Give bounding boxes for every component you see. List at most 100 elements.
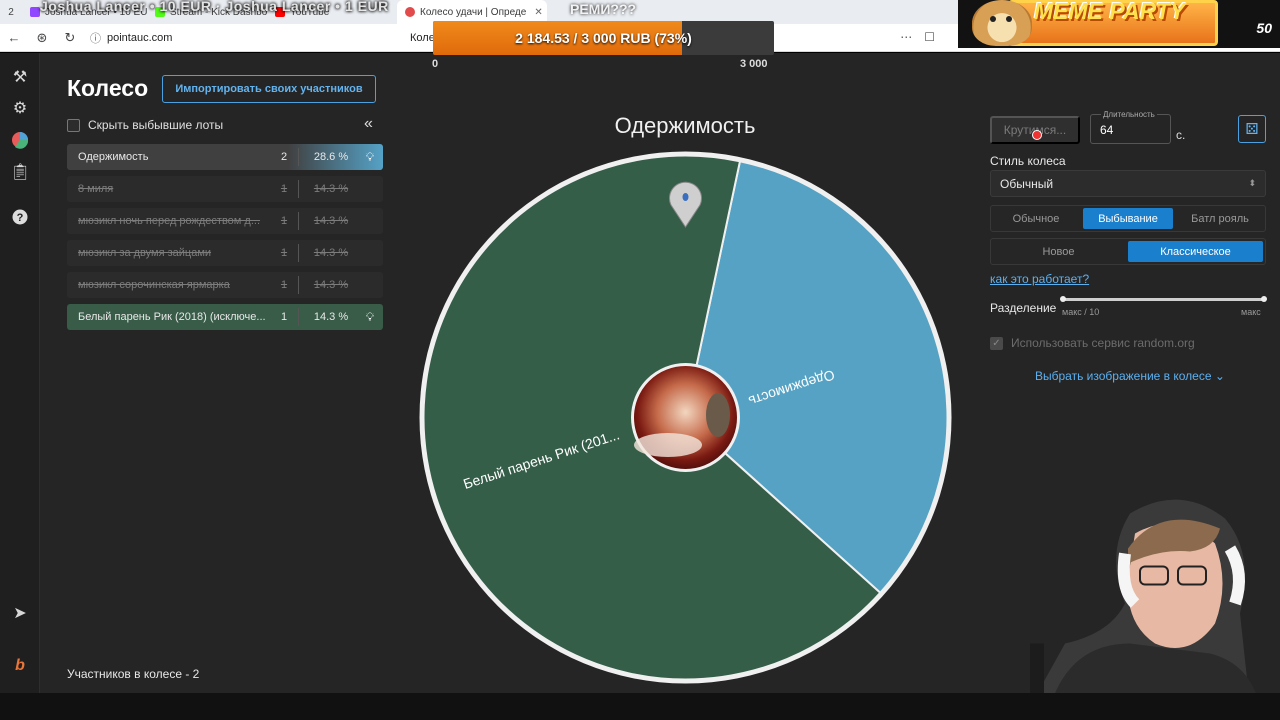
lot-row[interactable]: мюзикл за двумя зайцами 1 14.3 % <box>67 240 383 266</box>
collapse-panel-icon[interactable]: « <box>364 115 373 133</box>
lot-row[interactable]: Одержимость 2 28.6 % 💡︎ <box>67 144 383 170</box>
donation-ticker-secondary: РЕМИ??? <box>570 1 637 17</box>
donation-goal-bar: 2 184.53 / 3 000 RUB (73%) <box>433 21 774 55</box>
chevron-updown-icon: ⬍ <box>1248 178 1256 188</box>
variant-classic[interactable]: Классическое <box>1128 241 1263 262</box>
winner-label: Одержимость <box>614 113 756 138</box>
divider <box>298 276 299 294</box>
how-it-works-link[interactable]: как это работает? <box>990 272 1089 286</box>
lot-row[interactable]: 8 миля 1 14.3 % <box>67 176 383 202</box>
mode-normal[interactable]: Обычное <box>991 206 1081 231</box>
settings-circle-icon[interactable]: ⊛ <box>28 30 56 46</box>
help-icon[interactable]: ? <box>10 209 30 229</box>
lot-name: Одержимость <box>78 151 149 163</box>
brand-icon[interactable]: b <box>10 656 30 676</box>
lot-amount: 1 <box>280 183 288 195</box>
telegram-icon[interactable]: ➤ <box>10 604 30 624</box>
not-allowed-cursor-icon <box>1032 130 1042 140</box>
lot-list: Одержимость 2 28.6 % 💡︎ 8 миля 1 14.3 % … <box>67 144 383 336</box>
url-text: pointauc.com <box>107 31 173 44</box>
gavel-icon[interactable]: ⚒ <box>10 68 30 88</box>
meme-title: MEME PARTY <box>1034 0 1186 24</box>
meme-party-overlay: MEME PARTY 50 <box>958 0 1280 48</box>
split-slider-handle-min[interactable] <box>1060 296 1066 302</box>
divider <box>298 148 299 166</box>
mode-toggle-group: Обычное Выбывание Батл рояль <box>990 205 1266 232</box>
back-icon[interactable]: ← <box>0 30 28 45</box>
random-org-label: Использовать сервис random.org <box>1011 336 1195 350</box>
fortune-wheel[interactable]: Одержимость Белый парень Рик (201... <box>413 145 958 690</box>
variant-toggle-group: Новое Классическое <box>990 238 1266 265</box>
lot-row[interactable]: Белый парень Рик (2018) (исключе... 1 14… <box>67 304 383 330</box>
webcam-overlay <box>1030 499 1260 707</box>
lot-amount: 1 <box>280 247 288 259</box>
more-icon[interactable]: ⋯ <box>900 30 912 44</box>
checkbox[interactable] <box>67 118 80 132</box>
split-slider-handle-max[interactable] <box>1261 296 1267 302</box>
lightbulb-icon[interactable]: 💡︎ <box>357 150 383 165</box>
speaker-icon <box>30 7 40 17</box>
lot-amount: 1 <box>280 215 288 227</box>
svg-text:?: ? <box>17 212 24 224</box>
split-label: Разделение <box>990 301 1057 315</box>
dice-icon[interactable]: ⚄ <box>1238 115 1266 143</box>
lot-amount: 1 <box>280 311 288 323</box>
choose-image-label: Выбрать изображение в колесе <box>1035 369 1212 383</box>
duration-label: Длительность <box>1101 110 1157 119</box>
split-min-label: макс / 10 <box>1062 307 1100 317</box>
reload-icon[interactable]: ↻ <box>56 30 84 46</box>
variant-new[interactable]: Новое <box>991 239 1126 264</box>
goal-scale-min: 0 <box>432 58 439 70</box>
mode-elimination[interactable]: Выбывание <box>1083 208 1173 229</box>
import-participants-button[interactable]: Импортировать своих участников <box>162 75 376 103</box>
lot-percent: 14.3 % <box>313 183 349 195</box>
left-sidebar: ⚒ ⚙ 📋︎ ? ➤ b <box>0 53 40 693</box>
tab-count[interactable]: 2 <box>0 7 22 18</box>
lot-percent: 28.6 % <box>313 151 349 163</box>
lot-name: мюзикл за двумя зайцами <box>78 247 212 259</box>
bottom-strip <box>0 693 1280 720</box>
gear-icon[interactable]: ⚙ <box>10 99 30 119</box>
choose-image-link[interactable]: Выбрать изображение в колесе ⌄ <box>1035 369 1225 383</box>
chevron-down-icon: ⌄ <box>1214 369 1225 383</box>
hide-eliminated-toggle[interactable]: Скрыть выбывшие лоты <box>67 118 223 132</box>
bookmark-icon[interactable]: ☐ <box>924 30 935 44</box>
page-title: Колесо <box>67 75 149 101</box>
divider <box>298 180 299 198</box>
split-max-label: макс <box>1241 307 1261 317</box>
lot-name: 8 миля <box>78 183 114 195</box>
tab-title: Колесо удачи | Опреде <box>420 6 527 18</box>
donation-ticker: Joshua Lancer • 10 EUR · Joshua Lancer •… <box>40 0 389 14</box>
hide-eliminated-label: Скрыть выбывшие лоты <box>88 118 224 132</box>
goal-scale-max: 3 000 <box>740 58 768 70</box>
wheel-style-value: Обычный <box>1000 176 1054 191</box>
lot-name: мюзикл сорочинская ярмарка <box>78 279 230 291</box>
wheel-icon[interactable] <box>10 131 30 151</box>
lot-row[interactable]: мюзикл сорочинская ярмарка 1 14.3 % <box>67 272 383 298</box>
donation-goal-text: 2 184.53 / 3 000 RUB (73%) <box>515 30 692 46</box>
lot-row[interactable]: мюзикл ночь перед рождеством д... 1 14.3… <box>67 208 383 234</box>
lot-percent: 14.3 % <box>313 311 349 323</box>
lot-percent: 14.3 % <box>313 279 349 291</box>
duration-unit: с. <box>1176 128 1186 142</box>
wheel-favicon-icon <box>405 7 415 17</box>
wheel-style-label: Стиль колеса <box>990 154 1066 168</box>
lot-name: Белый парень Рик (2018) (исключе... <box>78 311 266 323</box>
doge-icon <box>972 0 1032 46</box>
duration-value[interactable]: 64 <box>1100 123 1113 137</box>
close-tab-icon[interactable]: ✕ <box>534 7 542 18</box>
lot-amount: 2 <box>280 151 288 163</box>
participants-count: Участников в колесе - 2 <box>67 667 200 681</box>
wheel-app: ⚒ ⚙ 📋︎ ? ➤ b Колесо Импортировать своих … <box>0 53 1280 707</box>
meme-counter: 50 <box>1256 20 1272 36</box>
url-field[interactable]: ⓘ pointauc.com <box>90 30 410 46</box>
random-org-toggle[interactable]: ✓ Использовать сервис random.org <box>990 336 1195 350</box>
checkmark-icon[interactable]: ✓ <box>990 336 1003 350</box>
site-info-icon[interactable]: ⓘ <box>90 30 101 46</box>
mode-battle-royale[interactable]: Батл рояль <box>1175 206 1265 231</box>
lot-amount: 1 <box>280 279 288 291</box>
clipboard-icon[interactable]: 📋︎ <box>10 163 30 183</box>
lightbulb-icon[interactable]: 💡︎ <box>357 310 383 325</box>
wheel-style-select[interactable]: Обычный ⬍ <box>990 170 1266 197</box>
split-slider[interactable] <box>1062 298 1266 301</box>
